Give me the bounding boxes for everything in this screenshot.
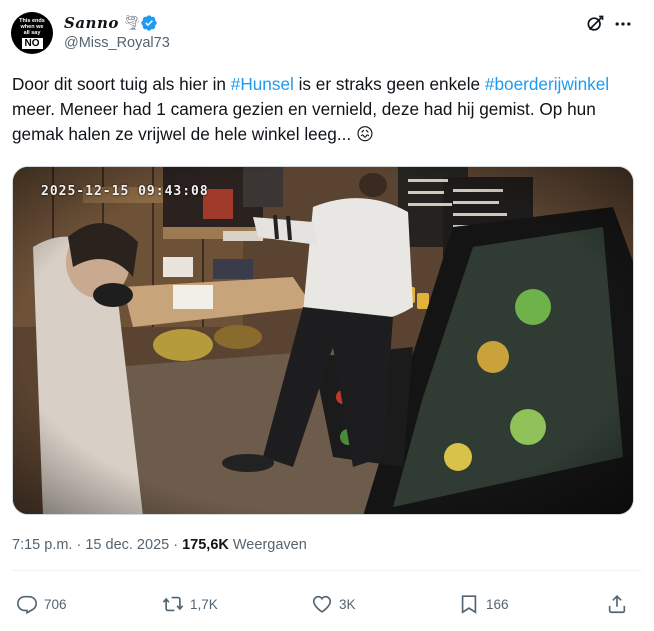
like-count: 3K: [339, 596, 356, 612]
author-display-name[interactable]: Sanno: [64, 14, 119, 32]
views-count: 175,6K: [182, 537, 229, 553]
camera-timestamp: 2025-12-15 09:43:08: [41, 184, 209, 199]
tweet-text-part: is er straks geen enkele: [293, 74, 485, 94]
share-button[interactable]: [606, 593, 628, 615]
share-icon: [608, 595, 626, 614]
tweet-text: Door dit soort tuig als hier in #Hunsel …: [12, 72, 637, 147]
repost-button[interactable]: 1,7K: [162, 593, 218, 615]
tweet-date[interactable]: 15 dec. 2025: [85, 537, 169, 553]
bookmark-button[interactable]: 166: [458, 593, 509, 615]
avatar-text-big: NO: [21, 37, 43, 49]
meta-separator: ·: [72, 537, 86, 553]
cctv-scene: [13, 167, 633, 514]
hashtag-hunsel[interactable]: #Hunsel: [231, 74, 294, 94]
tornado-icon: 🌪: [123, 14, 141, 30]
grok-icon[interactable]: [585, 14, 605, 34]
hashtag-boerderijwinkel[interactable]: #boerderijwinkel: [485, 74, 609, 94]
avatar[interactable]: This ends when we all say NO: [11, 12, 53, 54]
tweet-text-part: meer. Meneer had 1 camera gezien en vern…: [12, 99, 596, 144]
divider: [12, 570, 642, 571]
tweet-time[interactable]: 7:15 p.m.: [12, 537, 72, 553]
bookmark-icon: [461, 595, 477, 614]
tweet-media-image[interactable]: 2025-12-15 09:43:08: [12, 166, 634, 515]
reply-icon: [17, 595, 37, 615]
meta-separator: ·: [169, 537, 183, 553]
repost-count: 1,7K: [190, 596, 218, 612]
views-label: Weergaven: [228, 537, 307, 553]
tweet-text-part: Door dit soort tuig als hier in: [12, 74, 231, 94]
tweet-header: This ends when we all say NO Sanno 🌪 @Mi…: [0, 0, 654, 60]
retweet-icon: [162, 596, 184, 612]
verified-badge-icon: [141, 15, 157, 31]
avatar-text-small: This ends when we all say: [19, 17, 45, 36]
reply-button[interactable]: 706: [16, 593, 67, 615]
reply-count: 706: [44, 596, 67, 612]
more-icon[interactable]: [613, 14, 633, 34]
bookmark-count: 166: [486, 596, 509, 612]
action-bar: 706 1,7K 3K 166: [0, 585, 654, 621]
like-icon: [312, 595, 332, 613]
like-button[interactable]: 3K: [311, 593, 356, 615]
confounded-emoji: 😖: [355, 124, 374, 144]
tweet-meta: 7:15 p.m. · 15 dec. 2025 · 175,6K Weerga…: [12, 537, 307, 553]
author-handle[interactable]: @Miss_Royal73: [64, 35, 170, 51]
